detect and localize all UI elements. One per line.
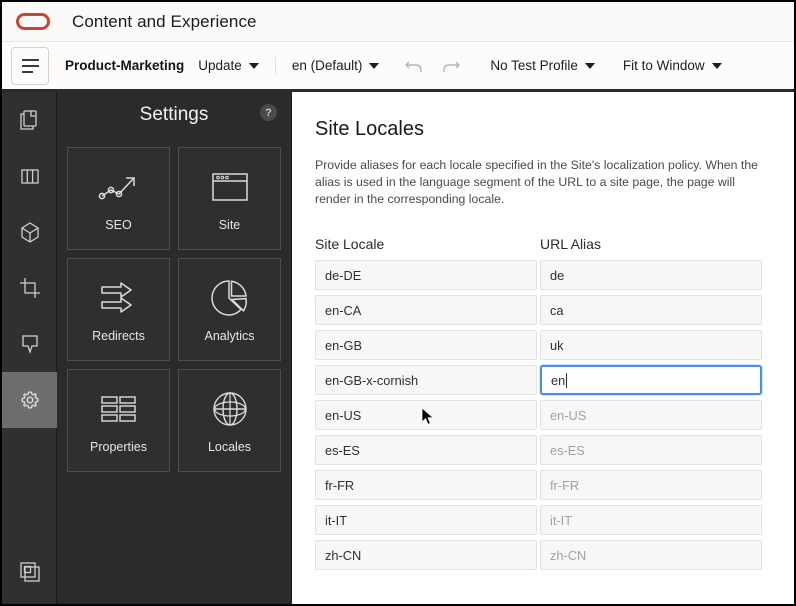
rail-item-components[interactable] <box>2 148 57 204</box>
pie-chart-icon <box>210 276 250 320</box>
update-mode-dropdown[interactable]: Update <box>198 58 259 73</box>
locale-dropdown[interactable]: en (Default) <box>292 58 380 73</box>
redo-icon[interactable] <box>438 54 464 78</box>
table-row: it-ITit-IT <box>315 505 794 535</box>
rail-item-styles[interactable] <box>2 260 57 316</box>
chevron-down-icon <box>585 63 595 69</box>
rail-item-assets[interactable] <box>2 204 57 260</box>
globe-icon <box>210 387 250 431</box>
site-name-label: Product-Marketing <box>65 58 184 73</box>
settings-panel-header: Settings ? <box>57 92 291 137</box>
table-row: en-GB-x-cornishen <box>315 365 794 395</box>
rail-item-theme[interactable] <box>2 316 57 372</box>
url-alias-input[interactable]: en-US <box>540 400 762 430</box>
settings-panel: Settings ? SEO <box>57 92 292 604</box>
settings-tile-properties[interactable]: Properties <box>67 369 170 472</box>
settings-tile-label: Site <box>219 218 241 232</box>
browser-window-icon <box>210 165 250 209</box>
zoom-level-label: Fit to Window <box>623 58 705 73</box>
hamburger-menu-icon[interactable] <box>11 47 49 85</box>
settings-tile-label: Analytics <box>204 329 254 343</box>
theme-icon <box>18 332 42 356</box>
settings-tile-label: Locales <box>208 440 251 454</box>
assets-icon <box>18 220 42 244</box>
url-alias-input[interactable]: zh-CN <box>540 540 762 570</box>
rail-item-settings[interactable] <box>2 372 57 428</box>
main-content: Site Locales Provide aliases for each lo… <box>293 92 794 604</box>
url-alias-input[interactable]: en <box>540 365 762 395</box>
column-header-site-locale: Site Locale <box>315 236 540 252</box>
url-alias-input[interactable]: es-ES <box>540 435 762 465</box>
site-locale-field[interactable]: en-GB <box>315 330 537 360</box>
test-profile-dropdown[interactable]: No Test Profile <box>490 58 595 73</box>
rail-item-duplicate[interactable] <box>2 544 57 600</box>
site-locale-field[interactable]: en-CA <box>315 295 537 325</box>
page-title: Site Locales <box>315 118 794 141</box>
settings-tile-label: Properties <box>90 440 147 454</box>
zoom-level-dropdown[interactable]: Fit to Window <box>623 58 722 73</box>
url-alias-input[interactable]: de <box>540 260 762 290</box>
locale-rows: de-DEdeen-CAcaen-GBuken-GB-x-cornishenen… <box>315 260 794 570</box>
pages-icon <box>18 108 42 132</box>
site-locale-field[interactable]: it-IT <box>315 505 537 535</box>
update-mode-label: Update <box>198 58 242 73</box>
toolbar-divider <box>275 57 276 74</box>
application-window: Content and Experience Product-Marketing… <box>0 0 796 606</box>
chevron-down-icon <box>712 63 722 69</box>
table-row: en-USen-US <box>315 400 794 430</box>
gear-icon <box>18 388 42 412</box>
redirect-arrows-icon <box>97 276 141 320</box>
oracle-logo-icon <box>16 13 50 30</box>
column-header-url-alias: URL Alias <box>540 236 765 252</box>
table-row: en-CAca <box>315 295 794 325</box>
rail-item-pages[interactable] <box>2 92 57 148</box>
settings-tile-redirects[interactable]: Redirects <box>67 258 170 361</box>
page-description: Provide aliases for each locale specifie… <box>315 157 761 208</box>
table-column-headers: Site Locale URL Alias <box>315 236 794 252</box>
settings-tile-analytics[interactable]: Analytics <box>178 258 281 361</box>
settings-tile-seo[interactable]: SEO <box>67 147 170 250</box>
settings-panel-title: Settings <box>140 104 209 126</box>
url-alias-input[interactable]: uk <box>540 330 762 360</box>
seo-trend-icon <box>97 165 141 209</box>
crop-icon <box>18 276 42 300</box>
left-icon-rail <box>2 92 57 604</box>
site-locale-field[interactable]: fr-FR <box>315 470 537 500</box>
undo-icon[interactable] <box>401 54 427 78</box>
site-locale-field[interactable]: de-DE <box>315 260 537 290</box>
brand-bar: Content and Experience <box>2 2 794 42</box>
url-alias-input[interactable]: it-IT <box>540 505 762 535</box>
url-alias-input[interactable]: ca <box>540 295 762 325</box>
table-row: zh-CNzh-CN <box>315 540 794 570</box>
test-profile-label: No Test Profile <box>490 58 578 73</box>
settings-tile-label: SEO <box>105 218 131 232</box>
application-title: Content and Experience <box>72 12 257 32</box>
duplicate-icon <box>18 560 42 584</box>
url-alias-input[interactable]: fr-FR <box>540 470 762 500</box>
chevron-down-icon <box>369 63 379 69</box>
table-row: de-DEde <box>315 260 794 290</box>
components-icon <box>18 164 42 188</box>
settings-tile-grid: SEO Site <box>57 137 291 482</box>
locale-dropdown-label: en (Default) <box>292 58 363 73</box>
text-caret <box>566 373 567 388</box>
chevron-down-icon <box>249 63 259 69</box>
site-locale-field[interactable]: es-ES <box>315 435 537 465</box>
table-row: es-ESes-ES <box>315 435 794 465</box>
site-locale-field[interactable]: en-GB-x-cornish <box>315 365 537 395</box>
editor-toolbar: Product-Marketing Update en (Default) No… <box>2 42 794 92</box>
table-row: en-GBuk <box>315 330 794 360</box>
settings-tile-label: Redirects <box>92 329 145 343</box>
table-grid-icon <box>97 387 141 431</box>
help-icon[interactable]: ? <box>260 104 277 121</box>
table-row: fr-FRfr-FR <box>315 470 794 500</box>
settings-tile-locales[interactable]: Locales <box>178 369 281 472</box>
site-locale-field[interactable]: zh-CN <box>315 540 537 570</box>
site-locale-field[interactable]: en-US <box>315 400 537 430</box>
settings-tile-site[interactable]: Site <box>178 147 281 250</box>
